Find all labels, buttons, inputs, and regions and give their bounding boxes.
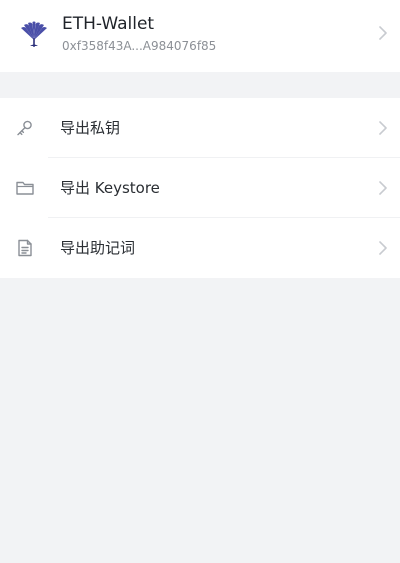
export-private-key-item[interactable]: 导出私钥	[0, 98, 400, 158]
folder-icon	[16, 181, 34, 195]
wallet-header[interactable]: ETH-Wallet 0xf358f43A...A984076f85	[0, 0, 400, 72]
wallet-logo-icon	[21, 21, 47, 47]
export-menu: 导出私钥 导出 Keystore 导出助记词	[0, 98, 400, 278]
wallet-name: ETH-Wallet	[62, 14, 155, 34]
chevron-right-icon	[379, 181, 387, 195]
wallet-address: 0xf358f43A...A984076f85	[62, 39, 217, 53]
chevron-right-icon	[379, 121, 387, 135]
export-mnemonic-item[interactable]: 导出助记词	[0, 218, 400, 278]
document-icon	[18, 239, 32, 257]
export-mnemonic-label: 导出助记词	[60, 239, 136, 257]
export-private-key-label: 导出私钥	[60, 119, 121, 137]
export-keystore-label: 导出 Keystore	[60, 179, 160, 197]
chevron-right-icon	[379, 26, 387, 40]
chevron-right-icon	[379, 241, 387, 255]
export-keystore-item[interactable]: 导出 Keystore	[0, 158, 400, 218]
key-icon	[17, 120, 32, 136]
